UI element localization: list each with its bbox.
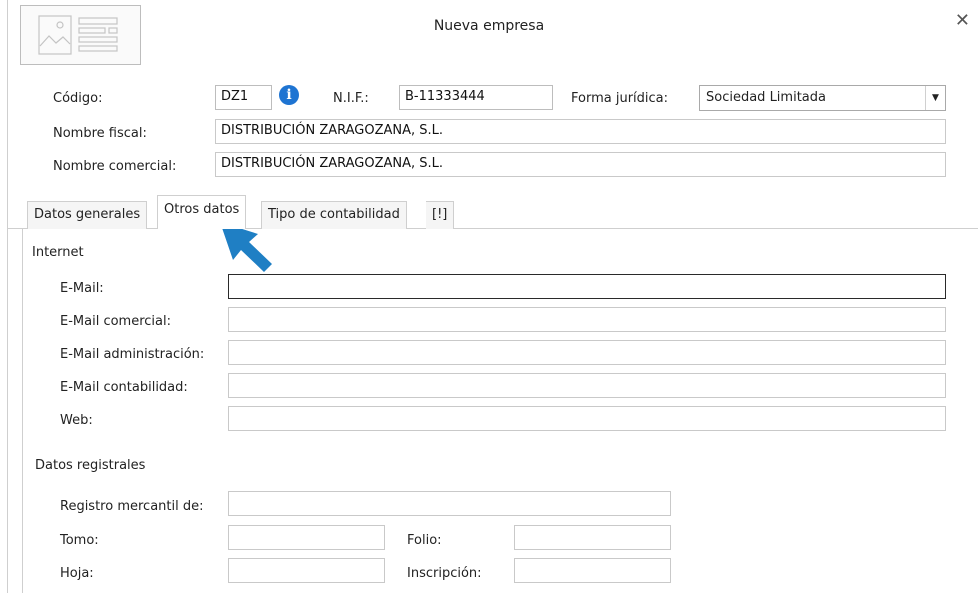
image-placeholder-icon (38, 15, 118, 55)
internet-section-title: Internet (32, 245, 84, 260)
folio-input[interactable] (514, 525, 671, 550)
web-label: Web: (60, 413, 93, 428)
forma-juridica-value: Sociedad Limitada (706, 90, 826, 105)
tab-datos-generales[interactable]: Datos generales (27, 201, 148, 229)
datos-registrales-title: Datos registrales (35, 458, 146, 473)
hoja-input[interactable] (228, 558, 385, 583)
tab-warning[interactable]: [!] (426, 201, 455, 229)
window-title: Nueva empresa (433, 18, 545, 34)
tab-tipo-contabilidad[interactable]: Tipo de contabilidad (261, 201, 407, 229)
nif-field[interactable]: B-11333444 (399, 85, 553, 110)
email-contabilidad-input[interactable] (228, 373, 946, 398)
nombre-fiscal-field[interactable]: DISTRIBUCIÓN ZARAGOZANA, S.L. (215, 119, 946, 144)
email-comercial-label: E-Mail comercial: (60, 314, 171, 329)
close-icon[interactable]: ✕ (955, 10, 970, 31)
email-comercial-input[interactable] (228, 307, 946, 332)
codigo-field[interactable]: DZ1 (215, 85, 272, 110)
email-contabilidad-label: E-Mail contabilidad: (60, 380, 188, 395)
chevron-down-icon[interactable]: ▼ (925, 86, 945, 110)
tab-otros-datos[interactable]: Otros datos (157, 195, 247, 229)
registro-mercantil-input[interactable] (228, 491, 671, 516)
nombre-comercial-field[interactable]: DISTRIBUCIÓN ZARAGOZANA, S.L. (215, 152, 946, 177)
forma-juridica-select[interactable]: Sociedad Limitada ▼ (699, 85, 946, 111)
nombre-fiscal-label: Nombre fiscal: (53, 126, 147, 141)
nombre-comercial-label: Nombre comercial: (53, 159, 177, 174)
tomo-input[interactable] (228, 525, 385, 550)
registro-mercantil-label: Registro mercantil de: (60, 499, 204, 514)
forma-juridica-label: Forma jurídica: (571, 91, 669, 106)
inscripcion-label: Inscripción: (407, 566, 482, 581)
tomo-label: Tomo: (60, 533, 99, 548)
company-logo-placeholder[interactable] (20, 5, 141, 65)
nif-label: N.I.F.: (333, 91, 369, 106)
info-icon[interactable]: i (279, 85, 299, 105)
inscripcion-input[interactable] (514, 558, 671, 583)
email-label: E-Mail: (60, 281, 104, 296)
folio-label: Folio: (407, 533, 442, 548)
hoja-label: Hoja: (60, 566, 94, 581)
window-frame-edge (7, 0, 8, 593)
codigo-label: Código: (53, 91, 103, 106)
email-input[interactable] (228, 274, 946, 299)
web-input[interactable] (228, 406, 946, 431)
email-administracion-input[interactable] (228, 340, 946, 365)
email-administracion-label: E-Mail administración: (60, 347, 205, 362)
